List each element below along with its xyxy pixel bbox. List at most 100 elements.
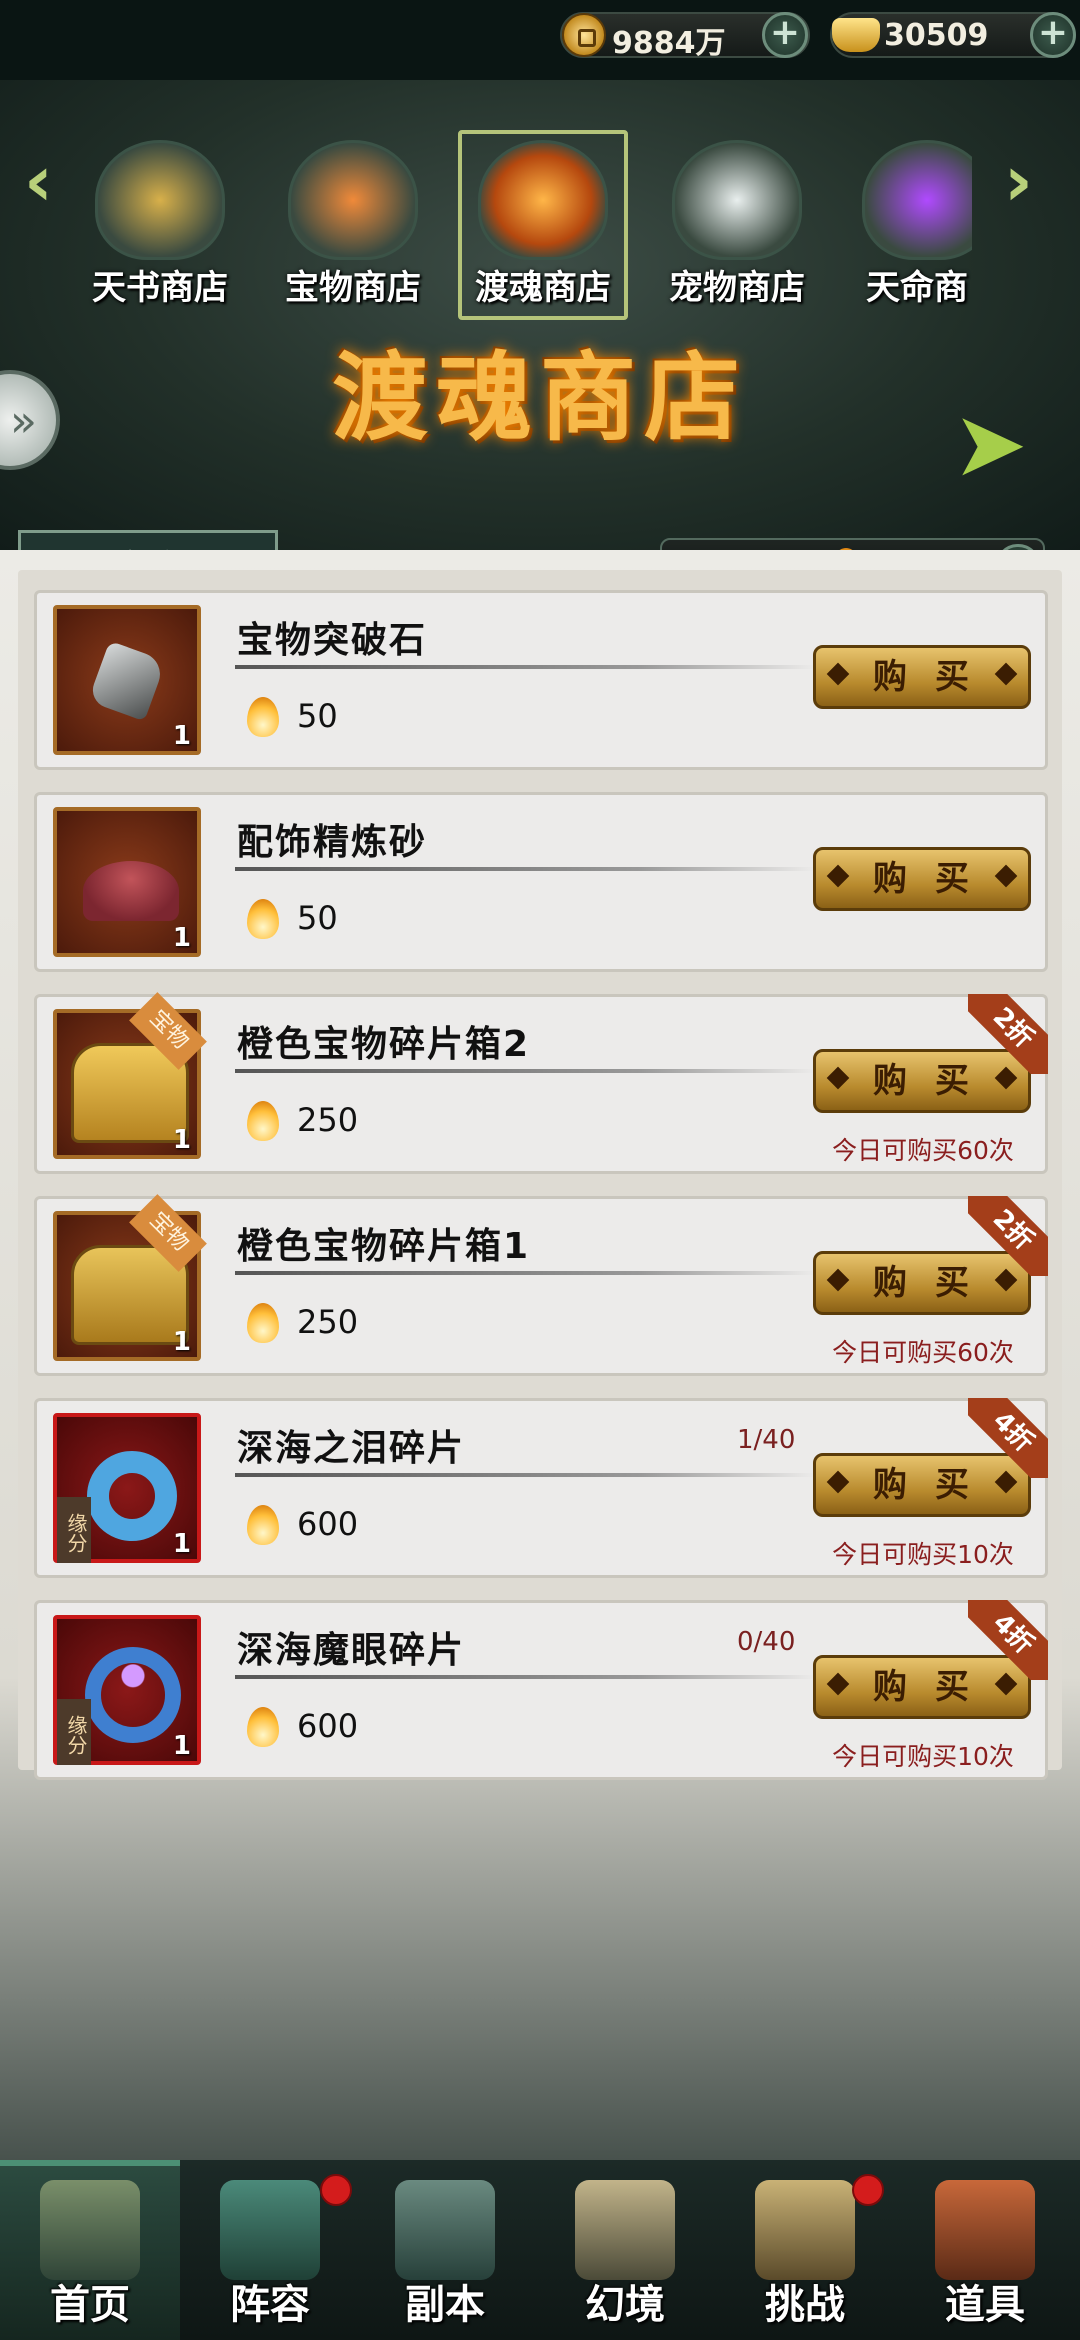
tab-label: 天命商	[866, 268, 968, 308]
item-price: 250	[297, 1303, 359, 1341]
nav-illusion[interactable]: 幻境	[540, 2160, 710, 2340]
purple-gem-ring-icon	[85, 1647, 181, 1743]
buy-button[interactable]: 购买	[813, 645, 1031, 709]
discount-label: 4折	[968, 1398, 1048, 1478]
list-item: 缘分 1 深海之泪碎片 1/40 600 购买 今日可购买10次 4折	[34, 1398, 1048, 1578]
item-count: 1	[172, 1327, 191, 1357]
tab-tianshu-shop[interactable]: 天书商店	[75, 120, 245, 320]
list-item: 宝物 1 橙色宝物碎片箱2 250 购买 今日可购买60次 2折	[34, 992, 1048, 1174]
tab-soul-shop[interactable]: 渡魂商店	[458, 120, 628, 320]
discount-ribbon: 2折	[968, 1196, 1048, 1276]
item-slot[interactable]: 缘分 1	[53, 1615, 201, 1765]
item-price: 600	[297, 1707, 359, 1745]
gold-value: 30509	[884, 18, 989, 53]
shop-header: ‹ 天书商店 宝物商店 渡魂商店 宠物商店 天命商 › » 渡魂商店 ➤ 商店 …	[0, 80, 1080, 608]
name-underline	[235, 1271, 815, 1275]
treasure-bag-icon	[935, 2180, 1035, 2280]
list-item: 1 配饰精炼砂 50 购买	[34, 792, 1048, 972]
tab-treasure-shop[interactable]: 宝物商店	[268, 120, 438, 320]
tab-label: 宠物商店	[669, 268, 805, 308]
item-name: 橙色宝物碎片箱1	[237, 1226, 531, 1267]
white-beast-icon	[672, 140, 802, 260]
tab-scroll-right-icon[interactable]: ›	[1004, 140, 1033, 222]
fragment-progress: 0/40	[737, 1627, 796, 1657]
bottom-navigation: 首页 阵容 副本 幻境 挑战 道具	[0, 2160, 1080, 2340]
purple-crystal-icon	[862, 140, 972, 260]
purchase-limit: 今日可购买60次	[832, 1136, 1014, 1165]
emblem-icon[interactable]: ➤	[935, 390, 1045, 500]
item-slot[interactable]: 1	[53, 605, 201, 755]
nav-label: 副本	[405, 2282, 485, 2328]
discount-ribbon: 2折	[968, 994, 1048, 1074]
list-item: 缘分 1 深海魔眼碎片 0/40 600 购买 今日可购买10次 4折	[34, 1600, 1048, 1780]
soul-flame-icon	[247, 1707, 279, 1747]
item-name: 深海之泪碎片	[237, 1428, 466, 1469]
add-gold-button[interactable]: +	[1030, 12, 1076, 58]
copper-coin-icon	[562, 13, 606, 57]
item-name: 橙色宝物碎片箱2	[237, 1024, 531, 1065]
nav-label: 首页	[50, 2282, 130, 2328]
item-name: 配饰精炼砂	[237, 822, 428, 863]
soul-flame-icon	[247, 1505, 279, 1545]
item-slot[interactable]: 宝物 1	[53, 1194, 207, 1361]
nav-label: 道具	[945, 2282, 1025, 2328]
nav-dungeon[interactable]: 副本	[360, 2160, 530, 2340]
item-price: 50	[297, 899, 338, 937]
flame-mask-icon	[288, 140, 418, 260]
name-underline	[235, 867, 815, 871]
buy-button[interactable]: 购买	[813, 847, 1031, 911]
soul-flame-icon	[247, 1101, 279, 1141]
list-item: 宝物 1 橙色宝物碎片箱1 250 购买 今日可购买60次 2折	[34, 1194, 1048, 1376]
item-price: 600	[297, 1505, 359, 1543]
item-name: 深海魔眼碎片	[237, 1630, 466, 1671]
tab-pet-shop[interactable]: 宠物商店	[652, 120, 822, 320]
scroll-map-icon	[755, 2180, 855, 2280]
item-count: 1	[172, 1125, 191, 1155]
item-name: 宝物突破石	[237, 620, 428, 661]
fate-tag: 缘分	[57, 1699, 91, 1765]
nav-label: 阵容	[230, 2282, 310, 2328]
crossed-swords-icon	[575, 2180, 675, 2280]
sword-icon	[395, 2180, 495, 2280]
discount-label: 2折	[968, 1196, 1048, 1276]
tab-scroll-left-icon[interactable]: ‹	[24, 140, 53, 222]
name-underline	[235, 665, 815, 669]
name-underline	[235, 1069, 815, 1073]
book-flag-icon	[220, 2180, 320, 2280]
item-slot[interactable]: 1	[53, 807, 201, 957]
shop-content: 1 宝物突破石 50 购买 1 配饰精炼砂 50 购买 宝物 1 橙色宝物碎片箱…	[0, 550, 1080, 2160]
item-count: 1	[172, 1529, 191, 1559]
fate-tag: 缘分	[57, 1497, 91, 1563]
nav-home[interactable]: 首页	[5, 2160, 175, 2340]
add-copper-button[interactable]: +	[762, 12, 808, 58]
palace-icon	[40, 2180, 140, 2280]
name-underline	[235, 1473, 815, 1477]
item-count: 1	[172, 1731, 191, 1761]
discount-ribbon: 4折	[968, 1600, 1048, 1680]
jade-pendant-icon	[87, 1451, 177, 1541]
item-list[interactable]: 1 宝物突破石 50 购买 1 配饰精炼砂 50 购买 宝物 1 橙色宝物碎片箱…	[18, 570, 1062, 1780]
discount-ribbon: 4折	[968, 1398, 1048, 1478]
stone-icon	[87, 640, 167, 722]
item-slot[interactable]: 缘分 1	[53, 1413, 201, 1563]
soul-flame-icon	[247, 899, 279, 939]
nav-items[interactable]: 道具	[900, 2160, 1070, 2340]
item-price: 50	[297, 697, 338, 735]
book-seal-icon	[95, 140, 225, 260]
item-count: 1	[172, 923, 191, 953]
tab-label: 渡魂商店	[475, 268, 611, 308]
item-count: 1	[172, 721, 191, 751]
discount-label: 4折	[968, 1600, 1048, 1680]
purchase-limit: 今日可购买10次	[832, 1742, 1014, 1771]
fragment-progress: 1/40	[737, 1425, 796, 1455]
nav-label: 幻境	[585, 2282, 665, 2328]
purchase-limit: 今日可购买10次	[832, 1540, 1014, 1569]
item-slot[interactable]: 宝物 1	[53, 992, 207, 1159]
nav-label: 挑战	[765, 2282, 845, 2328]
tab-destiny-shop[interactable]: 天命商	[842, 120, 972, 320]
copper-value: 9884万	[612, 26, 726, 61]
soul-flame-icon	[247, 1303, 279, 1343]
challenge-notification-dot	[852, 2174, 884, 2206]
soul-flame-icon	[247, 697, 279, 737]
purchase-limit: 今日可购买60次	[832, 1338, 1014, 1367]
